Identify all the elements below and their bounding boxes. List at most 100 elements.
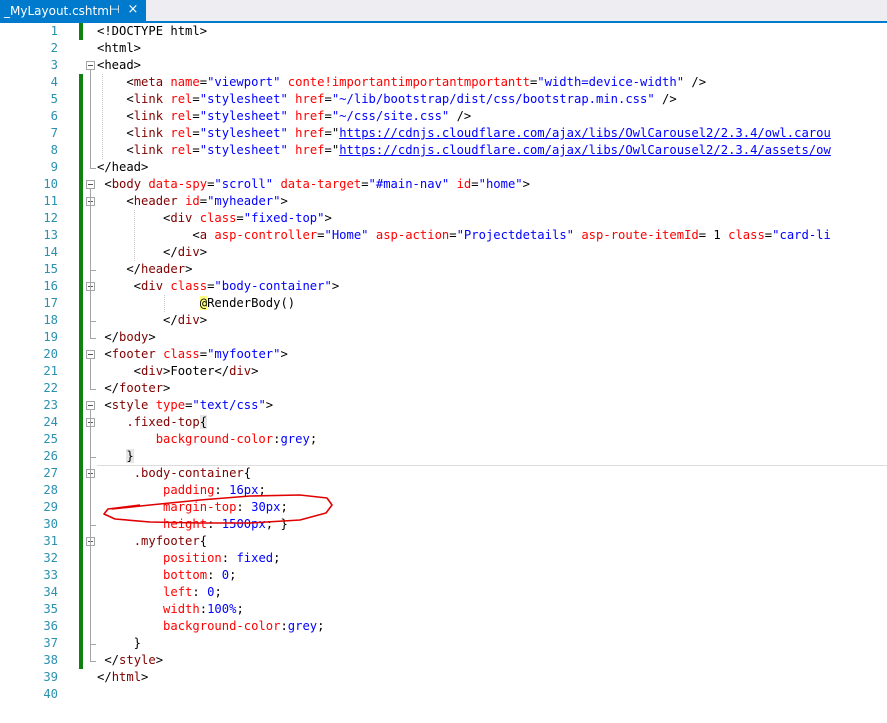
code-editor[interactable]: 1 <!DOCTYPE html> 2 <html> 3 <head> 4 <meta na… (0, 23, 887, 703)
code-token: =" (324, 143, 340, 157)
code-line[interactable]: 32 position: fixed; (0, 550, 887, 567)
code-token: </ (97, 330, 120, 344)
pin-icon[interactable]: ⊣ (109, 3, 121, 17)
code-token: = (192, 109, 200, 123)
code-token: "card-li (772, 228, 831, 242)
line-number: 17 (43, 296, 58, 310)
code-token: grey (280, 432, 310, 446)
code-text: </body> (97, 329, 155, 346)
code-line[interactable]: 20 <footer class="myfooter"> (0, 346, 887, 363)
code-token: footer (119, 381, 164, 395)
code-text: margin-top: 30px; (97, 499, 288, 516)
code-token: rel (170, 92, 193, 106)
code-line[interactable]: 24 .fixed-top{ (0, 414, 887, 431)
code-token: 1500px (221, 517, 266, 531)
code-line[interactable]: 39 </html> (0, 669, 887, 686)
code-text: <meta name="viewport" conte!importantimp… (97, 74, 706, 91)
code-token: position (163, 551, 222, 565)
code-token: data-target (280, 177, 362, 191)
line-number: 33 (43, 568, 58, 582)
code-line[interactable]: 38 </style> (0, 652, 887, 669)
code-token: "#main-nav" (368, 177, 450, 191)
code-token: < (97, 75, 134, 89)
code-token: padding (163, 483, 215, 497)
line-number: 32 (43, 551, 58, 565)
code-token: </ (97, 653, 120, 667)
code-token: rel (170, 109, 193, 123)
code-line[interactable]: 14 </div> (0, 244, 887, 261)
code-line[interactable]: 37 } (0, 635, 887, 652)
tab-title: _MyLayout.cshtml (4, 3, 113, 18)
code-token: style (111, 398, 156, 412)
code-line[interactable]: 27 .body-container{ (0, 465, 887, 482)
code-text: position: fixed; (97, 550, 280, 567)
code-line[interactable]: 7 <link rel="stylesheet" href="https://c… (0, 125, 887, 142)
code-text: <link rel="stylesheet" href="~/lib/boots… (97, 91, 677, 108)
code-token: ; (273, 551, 281, 565)
code-line[interactable]: 17 @RenderBody() (0, 295, 887, 312)
code-token: rel (170, 126, 193, 140)
code-line[interactable]: 40 (0, 686, 887, 703)
code-line[interactable]: 22 </footer> (0, 380, 887, 397)
code-token: https://cdnjs.cloudflare.com/ajax/libs/O… (339, 143, 831, 157)
code-token: = (324, 109, 332, 123)
code-line[interactable]: 29 margin-top: 30px; (0, 499, 887, 516)
line-number: 22 (43, 381, 58, 395)
code-token: @ (199, 296, 208, 310)
tab-mylayout-cshtml[interactable]: _MyLayout.cshtml ⊣ × (0, 0, 146, 21)
code-line[interactable]: 4 <meta name="viewport" conte!importanti… (0, 74, 887, 91)
code-line[interactable]: 18 </div> (0, 312, 887, 329)
code-line[interactable]: 10 <body data-spy="scroll" data-target="… (0, 176, 887, 193)
code-line[interactable]: 33 bottom: 0; (0, 567, 887, 584)
code-line[interactable]: 26 } (0, 448, 887, 465)
code-line[interactable]: 13 <a asp-controller="Home" asp-action="… (0, 227, 887, 244)
code-line[interactable]: 6 <link rel="stylesheet" href="~/css/sit… (0, 108, 887, 125)
code-token: .fixed-top (126, 415, 200, 429)
code-line[interactable]: 11 <header id="myheader"> (0, 193, 887, 210)
code-line[interactable]: 1 <!DOCTYPE html> (0, 23, 887, 40)
code-line[interactable]: 25 background-color:grey; (0, 431, 887, 448)
code-token: asp-action (375, 228, 450, 242)
code-line[interactable]: 21 <div>Footer</div> (0, 363, 887, 380)
code-line[interactable]: 28 padding: 16px; (0, 482, 887, 499)
code-line[interactable]: 23 <style type="text/css"> (0, 397, 887, 414)
code-line[interactable]: 15 </header> (0, 261, 887, 278)
code-line[interactable]: 34 left: 0; (0, 584, 887, 601)
code-line[interactable]: 35 width:100%; (0, 601, 887, 618)
code-text: <head> (97, 57, 141, 74)
close-icon[interactable]: × (126, 3, 140, 17)
code-line[interactable]: 2 <html> (0, 40, 887, 57)
code-token: conte!importantimportantmportantt (287, 75, 530, 89)
code-token: ; (280, 500, 288, 514)
code-line[interactable]: 3 <head> (0, 57, 887, 74)
code-token: type (155, 398, 186, 412)
line-number: 3 (50, 58, 58, 72)
code-line[interactable]: 12 <div class="fixed-top"> (0, 210, 887, 227)
code-token: </ (97, 670, 112, 684)
code-line[interactable]: 36 background-color:grey; (0, 618, 887, 635)
code-line[interactable]: 16 <div class="body-container"> (0, 278, 887, 295)
code-line[interactable]: 19 </body> (0, 329, 887, 346)
line-number: 9 (50, 160, 58, 174)
code-token: > (155, 653, 164, 667)
code-text: <style type="text/css"> (97, 397, 273, 414)
code-token: /> (684, 75, 707, 89)
code-token: = (199, 347, 208, 361)
code-token: = (324, 92, 332, 106)
code-text: <!DOCTYPE html> (97, 23, 207, 40)
code-token: </ (97, 245, 178, 259)
code-token: <html> (97, 41, 142, 55)
code-line[interactable]: 5 <link rel="stylesheet" href="~/lib/boo… (0, 91, 887, 108)
code-text: <link rel="stylesheet" href="https://cdn… (97, 125, 830, 142)
code-token: /> (654, 92, 677, 106)
code-line[interactable]: 9 </head> (0, 159, 887, 176)
code-text: <link rel="stylesheet" href="~/css/site.… (97, 108, 471, 125)
code-token: >Footer</ (163, 364, 230, 378)
code-line[interactable]: 31 .myfooter{ (0, 533, 887, 550)
code-token: link (133, 126, 171, 140)
code-line[interactable]: 8 <link rel="stylesheet" href="https://c… (0, 142, 887, 159)
code-line[interactable]: 30 height: 1500px; } (0, 516, 887, 533)
